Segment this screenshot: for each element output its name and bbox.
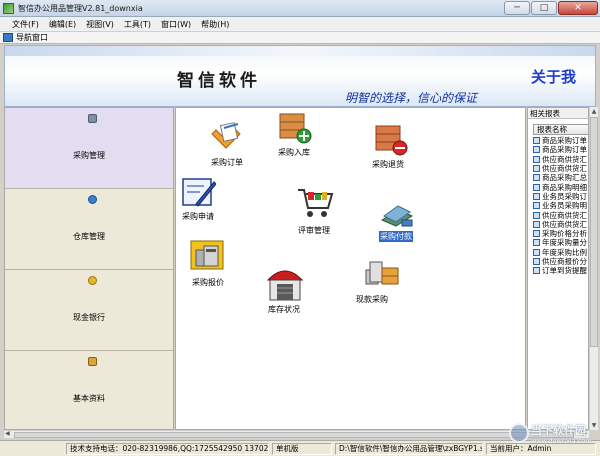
module-purchase-stock-in[interactable]: 采购入库 <box>274 110 334 160</box>
module-inventory-status[interactable]: 库存状况 <box>264 266 324 318</box>
navigation-window-icon <box>3 33 13 42</box>
sidebar-item-basic-data[interactable]: 基本资料 <box>5 351 173 430</box>
sidebar-item-cash-bank[interactable]: 现金银行 <box>5 270 173 351</box>
app-icon <box>3 2 14 14</box>
report-icon <box>533 267 540 275</box>
menu-tools[interactable]: 工具(T) <box>124 19 151 30</box>
module-label: 采购报价 <box>192 278 224 287</box>
status-data-path: D:\智信软件\智信办公用品管理\zxBGYP1.sys <box>335 442 483 455</box>
status-bar: 技术支持电话：020-82319986,QQ:1725542950 137028… <box>0 440 600 456</box>
report-icon <box>533 220 540 228</box>
report-panel-title: 相关报表 <box>528 108 588 119</box>
scroll-left-arrow-icon[interactable]: ◀ <box>5 430 10 437</box>
menu-bar: 文件(F) 编辑(E) 视图(V) 工具(T) 窗口(W) 帮助(H) <box>0 17 600 31</box>
vertical-scrollbar[interactable]: ▲ ▼ <box>589 107 598 430</box>
module-purchase-request[interactable]: 采购申请 <box>180 178 240 228</box>
purchase-category-icon <box>88 114 97 123</box>
scroll-down-arrow-icon[interactable]: ▼ <box>590 421 598 430</box>
module-purchase-order[interactable]: 采购订单 <box>206 122 266 172</box>
purchase-request-icon <box>182 178 216 207</box>
vertical-scroll-thumb[interactable] <box>590 117 598 347</box>
horizontal-scroll-thumb[interactable] <box>14 432 574 438</box>
status-edition: 单机版 <box>272 442 332 455</box>
nav-window-label: 导航窗口 <box>16 33 48 42</box>
warehouse-category-icon <box>88 195 97 204</box>
module-cash-purchase[interactable]: 现款采购 <box>356 258 420 308</box>
sidebar-item-purchase[interactable]: 采购管理 <box>5 108 173 189</box>
purchase-return-icon <box>375 125 408 156</box>
module-label: 采购退货 <box>372 160 404 169</box>
status-support-phone: 技术支持电话：020-82319986,QQ:1725542950 137028… <box>66 442 269 455</box>
sidebar-item-warehouse[interactable]: 仓库管理 <box>5 189 173 270</box>
status-spacer <box>3 443 63 455</box>
review-cart-icon <box>298 189 334 217</box>
menu-edit[interactable]: 编辑(E) <box>49 19 76 30</box>
menu-help[interactable]: 帮助(H) <box>201 19 229 30</box>
module-workspace: 采购订单 采购入库 采购退货 采购申请 评审管理 采购付款 采购报价 库存状况 … <box>175 107 526 430</box>
banner-stripe <box>5 46 595 56</box>
sidebar-item-label: 采购管理 <box>73 151 105 160</box>
report-icon <box>533 248 540 256</box>
report-column-header[interactable]: 报表名称 <box>533 124 588 135</box>
purchase-payment-icon <box>380 205 414 227</box>
nav-window-tab[interactable]: 导航窗口 <box>0 31 600 44</box>
report-panel: 相关报表 报表名称 商品采购订单 商品采购订单 供应商供货汇 供应商供货汇 商品… <box>527 107 589 430</box>
menu-file[interactable]: 文件(F) <box>12 19 39 30</box>
minimize-button[interactable]: ─ <box>504 1 530 15</box>
report-icon <box>533 165 540 173</box>
report-list: 商品采购订单 商品采购订单 供应商供货汇 供应商供货汇 商品采购汇总 商品采购明… <box>533 136 587 275</box>
module-label: 采购入库 <box>278 148 310 157</box>
inventory-warehouse-icon <box>266 270 304 301</box>
cash-bank-category-icon <box>88 276 97 285</box>
module-purchase-payment[interactable]: 采购付款 <box>376 202 436 252</box>
report-icon <box>533 183 540 191</box>
sidebar-item-label: 基本资料 <box>73 394 105 403</box>
category-sidebar: 采购管理 仓库管理 现金银行 基本资料 <box>4 107 174 430</box>
sidebar-item-label: 现金银行 <box>73 313 105 322</box>
purchase-quote-icon <box>190 240 224 270</box>
module-label: 评审管理 <box>298 226 330 235</box>
list-item[interactable]: 订单到货提醒 <box>533 266 587 275</box>
horizontal-scrollbar[interactable]: ◀ ▶ <box>4 430 589 438</box>
maximize-button[interactable]: □ <box>531 1 557 15</box>
cash-purchase-icon <box>365 261 399 285</box>
menu-window[interactable]: 窗口(W) <box>161 19 191 30</box>
brand-title: 智信软件 <box>177 71 261 91</box>
basic-data-category-icon <box>88 357 97 366</box>
brand-slogan: 明智的选择，信心的保证 <box>345 91 478 105</box>
close-button[interactable]: ✕ <box>558 1 598 15</box>
window-controls: ─ □ ✕ <box>504 1 598 15</box>
window-title: 智信办公用品管理V2.81_downxia <box>18 3 143 13</box>
menu-view[interactable]: 视图(V) <box>86 19 114 30</box>
scroll-up-arrow-icon[interactable]: ▲ <box>590 107 598 116</box>
module-label: 采购申请 <box>182 212 214 221</box>
report-icon <box>533 192 540 200</box>
module-label: 库存状况 <box>268 305 300 314</box>
report-icon <box>533 146 540 154</box>
scroll-right-arrow-icon[interactable]: ▶ <box>582 430 587 437</box>
report-icon <box>533 230 540 238</box>
purchase-stock-in-icon <box>279 113 312 144</box>
module-purchase-return[interactable]: 采购退货 <box>368 122 428 172</box>
report-icon <box>533 211 540 219</box>
report-icon <box>533 239 540 247</box>
about-link[interactable]: 关于我 <box>531 66 576 87</box>
report-icon <box>533 155 540 163</box>
report-icon <box>533 202 540 210</box>
module-label: 采购订单 <box>211 158 243 167</box>
report-icon <box>533 174 540 182</box>
report-item-label: 订单到货提醒 <box>542 266 587 276</box>
module-review-management[interactable]: 评审管理 <box>292 186 352 236</box>
header-banner: 智信软件 明智的选择，信心的保证 关于我 <box>4 45 596 107</box>
status-current-user: 当前用户：Admin <box>486 442 596 455</box>
module-purchase-quote[interactable]: 采购报价 <box>186 240 246 290</box>
module-label: 采购付款 <box>379 231 413 242</box>
title-bar: 智信办公用品管理V2.81_downxia ─ □ ✕ <box>0 0 600 17</box>
sidebar-item-label: 仓库管理 <box>73 232 105 241</box>
report-icon <box>533 137 540 145</box>
purchase-order-icon <box>211 122 241 149</box>
module-label: 现款采购 <box>356 295 388 304</box>
report-icon <box>533 258 540 265</box>
